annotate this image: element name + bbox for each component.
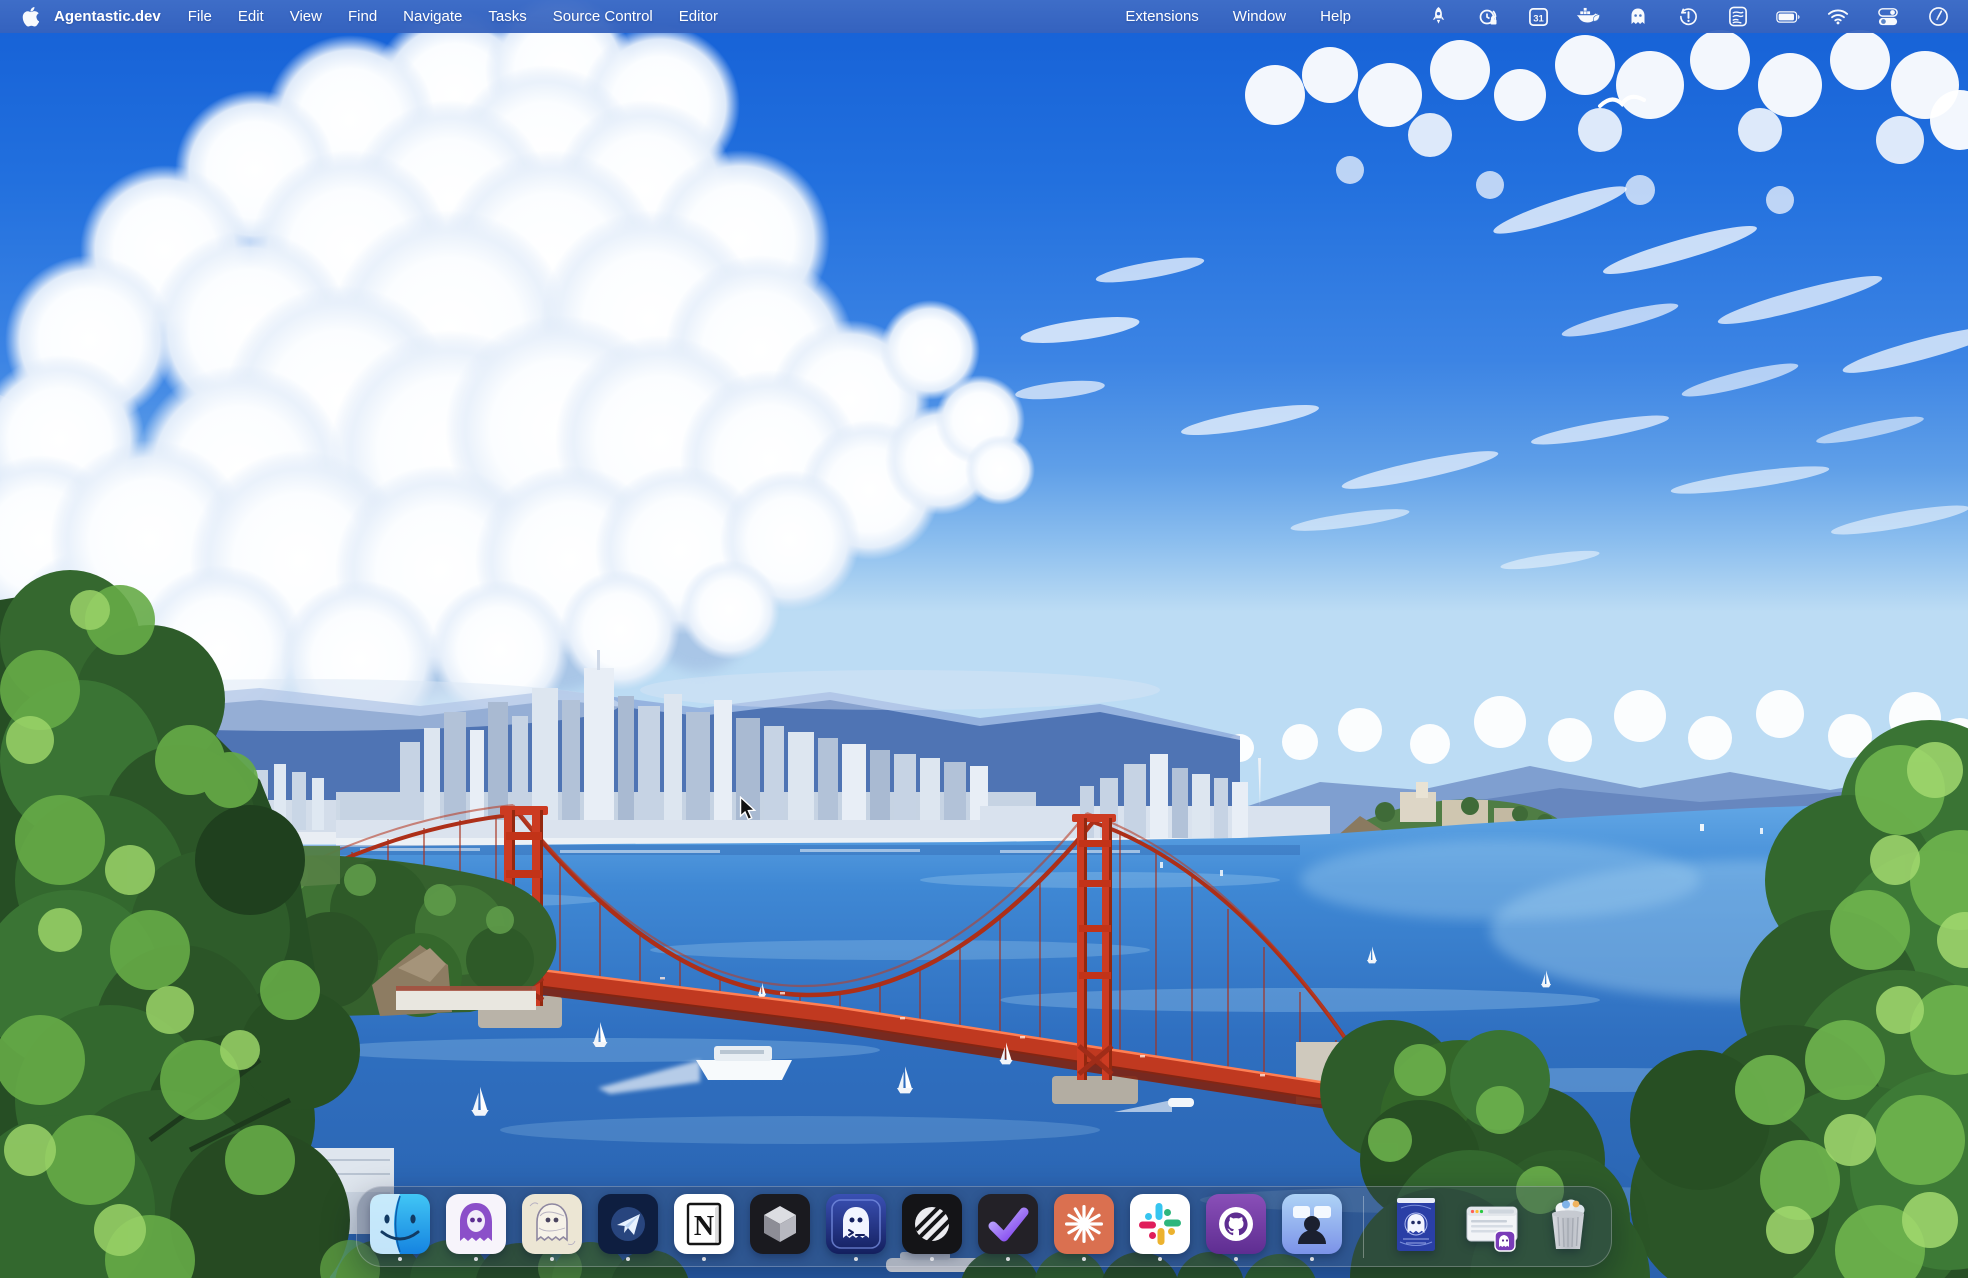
wifi-icon[interactable]	[1826, 5, 1850, 29]
menu-source-control[interactable]: Source Control	[540, 8, 666, 25]
webcam-icon	[1282, 1194, 1342, 1254]
control-center-icon[interactable]	[1876, 5, 1900, 29]
running-indicator	[550, 1257, 554, 1261]
striped-sphere-icon	[902, 1194, 962, 1254]
menu-view[interactable]: View	[277, 8, 335, 25]
menu-navigate[interactable]: Navigate	[390, 8, 475, 25]
desktop: Agentastic.dev File Edit View Find Navig…	[0, 0, 1968, 1278]
dock-github-app[interactable]	[1205, 1191, 1266, 1263]
slack-icon	[1130, 1194, 1190, 1254]
dock-webcam-app[interactable]	[1281, 1191, 1342, 1263]
running-indicator	[626, 1257, 630, 1261]
dock-checkmark-app[interactable]	[977, 1191, 1038, 1263]
running-indicator	[1310, 1257, 1314, 1261]
ghostty-icon	[826, 1194, 886, 1254]
dock-finder-app[interactable]	[369, 1191, 430, 1263]
menu-bar: Agentastic.dev File Edit View Find Navig…	[0, 0, 1968, 33]
menu-find[interactable]: Find	[335, 8, 390, 25]
dock-trash[interactable]	[1537, 1191, 1598, 1263]
calendar-menu-icon[interactable]: 31	[1526, 5, 1550, 29]
running-indicator	[1006, 1257, 1010, 1261]
dock-ghost-sketch-app[interactable]	[521, 1191, 582, 1263]
menu-tasks[interactable]: Tasks	[475, 8, 539, 25]
running-indicator-off	[778, 1257, 782, 1261]
paper-plane-icon	[598, 1194, 658, 1254]
clock-icon[interactable]	[1926, 5, 1950, 29]
dock-ghost-purple-app[interactable]	[445, 1191, 506, 1263]
notion-glyph: N	[693, 1211, 713, 1242]
running-indicator	[474, 1257, 478, 1261]
running-indicator	[1234, 1257, 1238, 1261]
menu-extensions[interactable]: Extensions	[1108, 8, 1215, 25]
dock-ghost-book-document[interactable]	[1385, 1191, 1446, 1263]
running-indicator	[702, 1257, 706, 1261]
dock-divider	[1363, 1196, 1364, 1258]
docker-menu-icon[interactable]	[1576, 5, 1600, 29]
dock-paper-plane-app[interactable]	[597, 1191, 658, 1263]
dock: N	[356, 1186, 1612, 1267]
battery-icon[interactable]	[1776, 5, 1800, 29]
apple-icon	[22, 7, 39, 27]
github-icon	[1206, 1194, 1266, 1254]
menu-file[interactable]: File	[175, 8, 225, 25]
menu-edit[interactable]: Edit	[225, 8, 277, 25]
running-indicator	[398, 1257, 402, 1261]
running-indicator	[854, 1257, 858, 1261]
dock-cube-app[interactable]	[749, 1191, 810, 1263]
dock-striped-sphere-app[interactable]	[901, 1191, 962, 1263]
rocket-menu-icon[interactable]	[1426, 5, 1450, 29]
ghost-menu-icon[interactable]	[1626, 5, 1650, 29]
dock-claude-app[interactable]	[1053, 1191, 1114, 1263]
dock-minimized-window[interactable]	[1461, 1191, 1522, 1263]
dock-ghostty-app[interactable]	[825, 1191, 886, 1263]
active-app-name[interactable]: Agentastic.dev	[44, 8, 175, 25]
apple-menu[interactable]	[18, 5, 42, 29]
window-app-badge	[1495, 1231, 1515, 1251]
finder-icon	[370, 1194, 430, 1254]
wallpaper	[0, 0, 1968, 1278]
menu-bar-left: Agentastic.dev File Edit View Find Navig…	[18, 5, 731, 29]
menu-help[interactable]: Help	[1303, 8, 1368, 25]
checkmark-icon	[978, 1194, 1038, 1254]
menu-editor[interactable]: Editor	[666, 8, 731, 25]
dock-slack-app[interactable]	[1129, 1191, 1190, 1263]
ghost-sketch-icon	[522, 1194, 582, 1254]
timer-lock-menu-icon[interactable]	[1476, 5, 1500, 29]
status-icons: 31	[1426, 5, 1950, 29]
notion-icon: N	[674, 1194, 734, 1254]
running-indicator	[1082, 1257, 1086, 1261]
history-alert-menu-icon[interactable]	[1676, 5, 1700, 29]
running-indicator	[930, 1257, 934, 1261]
activity-notes-menu-icon[interactable]	[1726, 5, 1750, 29]
mouse-cursor	[737, 796, 759, 822]
dock-notion-app[interactable]: N	[673, 1191, 734, 1263]
trash-full-icon	[1538, 1194, 1598, 1254]
ghost-purple-icon	[446, 1194, 506, 1254]
menu-bar-right: Extensions Window Help 31	[1108, 5, 1950, 29]
menu-window[interactable]: Window	[1216, 8, 1303, 25]
cube-icon	[750, 1194, 810, 1254]
ghost-book-icon	[1386, 1194, 1446, 1254]
calendar-day: 31	[1533, 13, 1544, 24]
minimized-window-thumbnail	[1462, 1194, 1522, 1254]
claude-spark-icon	[1054, 1194, 1114, 1254]
running-indicator	[1158, 1257, 1162, 1261]
